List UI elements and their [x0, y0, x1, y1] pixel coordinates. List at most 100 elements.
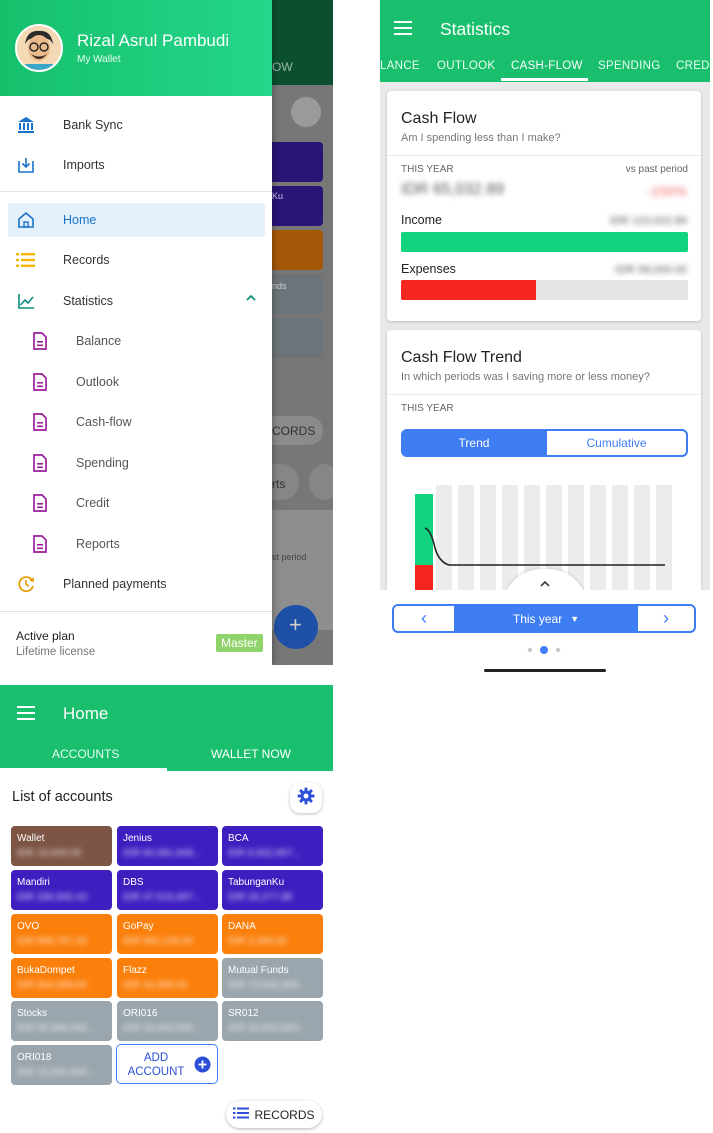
drawer-item-label: Imports: [63, 158, 105, 172]
drawer-item-records[interactable]: Records: [8, 243, 265, 277]
navigation-drawer: Rizal Asrul Pambudi My Wallet Bank Sync …: [0, 0, 272, 665]
drawer-item-reports[interactable]: Reports: [8, 527, 265, 561]
previous-period-button[interactable]: ‹: [392, 604, 456, 633]
account-tile[interactable]: ORI018 IDR 15,002,004...: [11, 1045, 112, 1085]
add-account-label: ADD ACCOUNT: [127, 1052, 185, 1078]
cash-flow-total: IDR 65,032.89: [401, 181, 505, 198]
drawer-item-home[interactable]: Home: [8, 203, 265, 237]
next-period-button[interactable]: ›: [636, 604, 696, 633]
account-tile[interactable]: TabunganKu IDR 26,277.89: [222, 870, 323, 910]
card-subtitle: In which periods was I saving more or le…: [401, 371, 650, 383]
drawer-divider: [0, 611, 272, 612]
drawer-item-label: Home: [63, 213, 97, 227]
behind-account-text-2: nds: [272, 281, 287, 291]
account-balance: IDR 20,000,000...: [228, 1023, 307, 1034]
account-tile[interactable]: BCA IDR 6,932,957...: [222, 826, 323, 866]
tab-spending[interactable]: SPENDING: [598, 60, 660, 72]
records-button-label: RECORDS: [254, 1107, 315, 1122]
drawer-item-label: Spending: [76, 456, 129, 470]
account-balance: IDR 804,899.00: [17, 980, 88, 991]
page-dots: [527, 646, 561, 654]
account-tile[interactable]: GoPay IDR 962,229.00: [117, 914, 218, 954]
account-balance: IDR 15,000,000...: [123, 1023, 202, 1034]
account-tile[interactable]: ORI016 IDR 15,000,000...: [117, 1001, 218, 1041]
document-icon: [30, 453, 50, 473]
cash-flow-card[interactable]: Cash Flow Am I spending less than I make…: [387, 91, 701, 321]
account-tile[interactable]: Wallet IDR 10,000.00: [11, 826, 112, 866]
period-selector[interactable]: This year ▼: [454, 604, 638, 633]
tab-wallet-now[interactable]: WALLET NOW: [211, 747, 291, 761]
drawer-item-label: Reports: [76, 537, 120, 551]
card-divider: [387, 394, 701, 395]
cash-flow-trend-card[interactable]: Cash Flow Trend In which periods was I s…: [387, 330, 701, 605]
drawer-item-label: Planned payments: [63, 577, 167, 591]
drawer-item-statistics[interactable]: Statistics: [8, 284, 265, 318]
drawer-item-label: Outlook: [76, 375, 120, 389]
plan-value: Lifetime license: [16, 646, 96, 658]
account-balance: IDR 336,500.43: [17, 892, 88, 903]
drawer-item-label: Records: [63, 253, 110, 267]
menu-icon[interactable]: [17, 705, 37, 726]
account-tile[interactable]: Stocks IDR 55,900,060...: [11, 1001, 112, 1041]
account-tile[interactable]: Flazz IDR 44,999.00: [117, 958, 218, 998]
account-name: OVO: [17, 921, 40, 932]
drawer-item-planned-payments[interactable]: Planned payments: [8, 567, 265, 601]
behind-fab-plus-icon: +: [289, 612, 302, 637]
income-bar-fill: [401, 232, 688, 252]
add-account-button[interactable]: ADD ACCOUNT: [116, 1044, 218, 1084]
account-balance: IDR 962,229.00: [123, 936, 194, 947]
account-name: GoPay: [123, 921, 154, 932]
gear-icon: [297, 787, 315, 810]
drawer-item-credit[interactable]: Credit: [8, 486, 265, 520]
drawer-item-cash-flow[interactable]: Cash-flow: [8, 405, 265, 439]
account-tile[interactable]: DBS IDR 47,515,697...: [117, 870, 218, 910]
account-tile[interactable]: Mandiri IDR 336,500.43: [11, 870, 112, 910]
tab-outlook[interactable]: OUTLOOK: [437, 60, 495, 72]
tab-cash-flow[interactable]: CASH-FLOW: [511, 60, 583, 72]
statistics-body: Cash Flow Am I spending less than I make…: [380, 82, 710, 609]
statistics-screen: Statistics LANCE OUTLOOK CASH-FLOW SPEND…: [380, 0, 710, 680]
user-name: Rizal Asrul Pambudi: [77, 31, 230, 50]
add-circle-icon: [194, 1056, 211, 1078]
cumulative-toggle[interactable]: Cumulative: [545, 429, 688, 457]
records-button[interactable]: RECORDS: [226, 1101, 322, 1128]
account-tile[interactable]: SR012 IDR 20,000,000...: [222, 1001, 323, 1041]
account-name: TabunganKu: [228, 877, 285, 888]
account-tile[interactable]: Jenius IDR 60,081,849...: [117, 826, 218, 866]
behind-records-text: CORDS: [272, 424, 316, 438]
account-balance: IDR 44,999.00: [123, 980, 188, 991]
home-indicator: [484, 669, 606, 672]
user-avatar[interactable]: [15, 24, 63, 72]
drawer-item-imports[interactable]: Imports: [8, 148, 265, 182]
card-subtitle: Am I spending less than I make?: [401, 132, 561, 144]
tab-accounts[interactable]: ACCOUNTS: [52, 747, 119, 761]
drawer-item-spending[interactable]: Spending: [8, 446, 265, 480]
account-tile[interactable]: OVO IDR 899,797.00: [11, 914, 112, 954]
dropdown-icon: ▼: [570, 613, 580, 624]
account-name: Mandiri: [17, 877, 50, 888]
card-title: Cash Flow: [401, 110, 477, 127]
trend-toggle[interactable]: Trend: [401, 429, 547, 457]
drawer-item-bank-sync[interactable]: Bank Sync: [8, 108, 265, 142]
drawer-item-balance[interactable]: Balance: [8, 324, 265, 358]
account-name: Jenius: [123, 833, 152, 844]
settings-button[interactable]: [290, 783, 322, 813]
account-tile[interactable]: DANA IDR 2,300.00: [222, 914, 323, 954]
drawer-item-outlook[interactable]: Outlook: [8, 365, 265, 399]
account-balance: IDR 899,797.00: [17, 936, 88, 947]
tab-balance[interactable]: LANCE: [380, 60, 420, 72]
tab-credit[interactable]: CREDI: [676, 60, 710, 72]
account-name: SR012: [228, 1008, 259, 1019]
account-name: Wallet: [17, 833, 45, 844]
account-tile[interactable]: BukaDompet IDR 804,899.00: [11, 958, 112, 998]
account-name: DBS: [123, 877, 144, 888]
drawer-item-label: Bank Sync: [63, 118, 123, 132]
menu-icon[interactable]: [394, 20, 414, 41]
chevron-up-icon[interactable]: [245, 292, 257, 307]
document-icon: [30, 534, 50, 554]
income-label: Income: [401, 213, 442, 227]
account-balance: IDR 55,900,060...: [17, 1023, 96, 1034]
clock-icon: [16, 574, 36, 594]
account-tile[interactable]: Mutual Funds IDR 72,644,509...: [222, 958, 323, 998]
account-balance: IDR 47,515,697...: [123, 892, 202, 903]
